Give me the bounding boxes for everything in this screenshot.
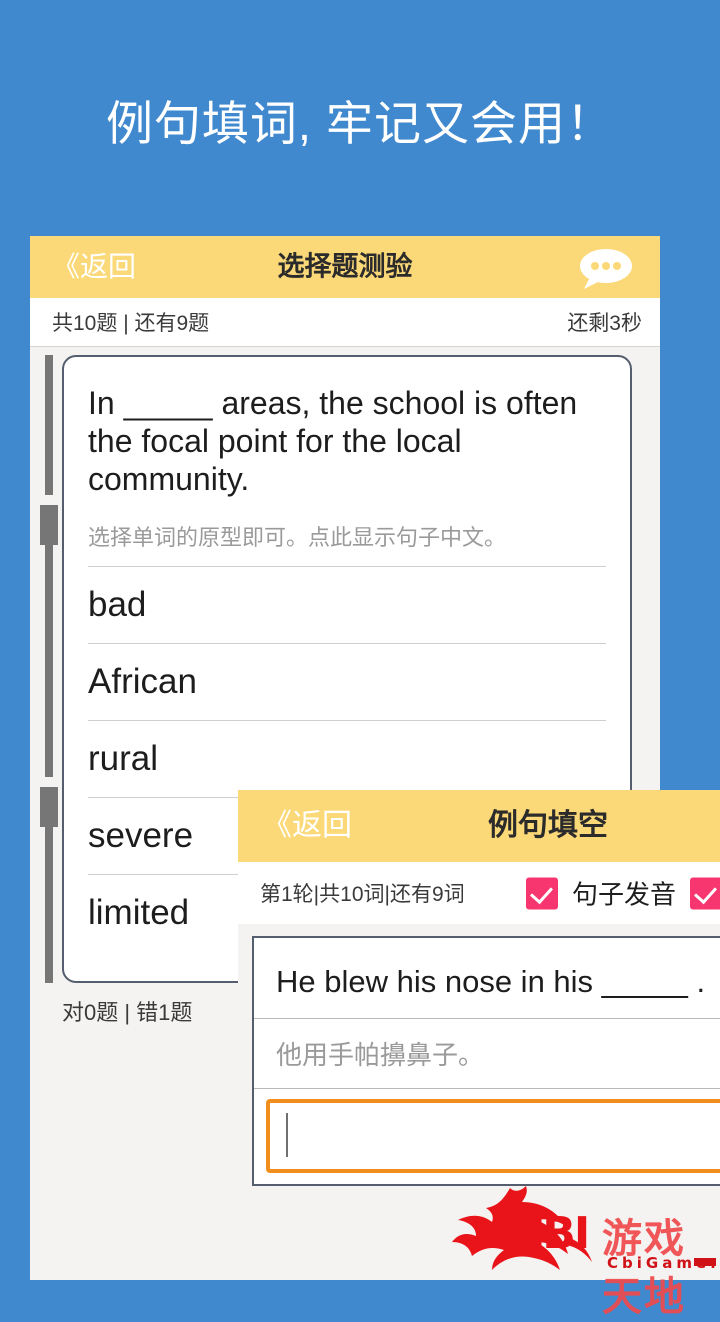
fill-options-group: 句子发音 xyxy=(526,875,720,912)
quiz-score-label: 对0题 | 错1题 xyxy=(62,1000,193,1025)
option-item[interactable]: bad xyxy=(88,567,606,645)
quiz-timer-label: 还剩3秒 xyxy=(567,312,642,335)
quiz-progress-rail[interactable] xyxy=(40,355,58,983)
second-option-checkbox[interactable] xyxy=(690,877,720,909)
rail-gap xyxy=(44,495,54,505)
fill-answer-input[interactable] xyxy=(266,1099,720,1173)
fill-question-card: He blew his nose in his _____ . 他用手帕擤鼻子。 xyxy=(252,936,720,1186)
sentence-audio-checkbox[interactable] xyxy=(526,877,558,909)
rail-gap xyxy=(44,777,54,787)
fill-screenshot: 《返回 例句填空 第1轮|共10词|还有9词 句子发音 He blew his … xyxy=(238,790,720,1280)
rail-thumb-lower[interactable] xyxy=(40,787,58,827)
promo-headline: 例句填词, 牢记又会用！ xyxy=(105,97,615,150)
speech-bubble-icon[interactable] xyxy=(578,248,634,290)
question-hint[interactable]: 选择单词的原型即可。点此显示句子中文。 xyxy=(88,520,606,568)
fill-translation[interactable]: 他用手帕擤鼻子。 xyxy=(254,1019,720,1089)
fill-sentence[interactable]: He blew his nose in his _____ . xyxy=(254,938,720,1019)
quiz-progress-label: 共10题 | 还有9题 xyxy=(52,312,210,335)
quiz-page-title: 选择题测验 xyxy=(277,251,413,282)
fill-status-bar: 第1轮|共10词|还有9词 句子发音 xyxy=(238,862,720,927)
fill-page-title: 例句填空 xyxy=(488,809,608,842)
fill-appbar: 《返回 例句填空 xyxy=(238,790,720,862)
rail-track xyxy=(45,355,53,983)
quiz-appbar: 《返回 选择题测验 xyxy=(30,236,660,298)
fill-body: He blew his nose in his _____ . 他用手帕擤鼻子。… xyxy=(238,924,720,1280)
option-item[interactable]: African xyxy=(88,644,606,722)
rail-thumb-upper[interactable] xyxy=(40,505,58,545)
question-sentence[interactable]: In _____ areas, the school is often the … xyxy=(64,357,630,502)
option-item[interactable]: rural xyxy=(88,721,606,799)
text-caret xyxy=(286,1113,288,1157)
sentence-audio-label: 句子发音 xyxy=(572,879,677,910)
fill-round-label: 第1轮|共10词|还有9词 xyxy=(260,883,465,906)
quiz-status-bar: 共10题 | 还有9题 还剩3秒 xyxy=(30,298,660,347)
